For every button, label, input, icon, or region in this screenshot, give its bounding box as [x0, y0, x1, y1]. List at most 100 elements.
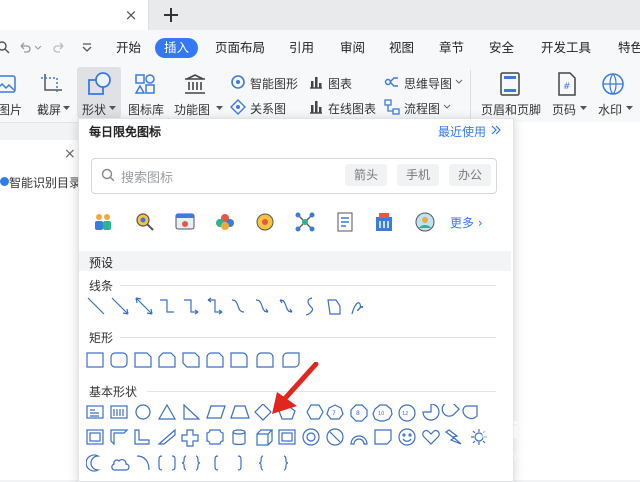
menu-insert[interactable]: 插入 — [155, 38, 199, 58]
free-icon-search-gear[interactable] — [134, 211, 156, 233]
screenshot-icon[interactable] — [40, 73, 64, 95]
picture-label[interactable]: 图片 — [0, 101, 22, 118]
curved-double-arrow-shape — [279, 299, 293, 313]
search-icon[interactable] — [0, 40, 10, 54]
free-icon-people[interactable] — [92, 211, 114, 233]
smiley-face-shape — [398, 428, 416, 446]
search-chip-phone[interactable]: 手机 — [397, 164, 440, 186]
menu-developer[interactable]: 开发工具 — [541, 38, 591, 58]
menu-features[interactable]: 特色 — [618, 38, 640, 58]
chevron-down-icon[interactable] — [443, 104, 451, 110]
decagon-shape: 10 — [372, 404, 393, 422]
icon-library-label[interactable]: 图标库 — [128, 101, 164, 118]
relation-label[interactable]: 关系图 — [250, 100, 286, 117]
menu-references[interactable]: 引用 — [289, 38, 314, 58]
free-icon-flower[interactable] — [214, 211, 236, 233]
chevron-down-icon[interactable] — [626, 106, 633, 111]
free-icon-building[interactable] — [373, 211, 395, 233]
function-chart-label[interactable]: 功能图 — [174, 101, 210, 118]
online-chart-icon[interactable] — [308, 99, 324, 115]
menu-security[interactable]: 安全 — [489, 38, 514, 58]
plus-icon[interactable] — [161, 5, 181, 25]
menu-chapter[interactable]: 章节 — [439, 38, 464, 58]
more-label[interactable]: 更多 — [450, 216, 474, 230]
shape-label[interactable]: 形状 — [82, 101, 106, 118]
svg-text:12: 12 — [402, 411, 408, 417]
header-footer-label[interactable]: 页眉和页脚 — [481, 101, 541, 118]
smart-toc-icon[interactable] — [0, 177, 9, 186]
flowchart-label[interactable]: 流程图 — [404, 100, 440, 117]
chevron-down-icon[interactable] — [216, 106, 223, 111]
page-number-label[interactable]: 页码 — [552, 101, 576, 118]
panel-close-icon[interactable]: × — [64, 146, 76, 162]
rectangle-shape — [86, 352, 104, 368]
picture-icon[interactable] — [0, 73, 16, 95]
function-chart-icon[interactable] — [183, 73, 207, 95]
chevron-down-icon[interactable] — [580, 106, 587, 111]
chevron-down-icon[interactable] — [63, 106, 70, 111]
mindmap-icon[interactable] — [384, 74, 400, 90]
smart-graphic-label[interactable]: 智能图形 — [250, 75, 298, 92]
parallelogram-shape — [206, 405, 226, 419]
search-chip-arrow[interactable]: 箭头 — [345, 164, 388, 186]
oval-shape — [135, 404, 151, 420]
double-chevron-right-icon[interactable] — [491, 125, 501, 135]
screenshot-label[interactable]: 截屏 — [37, 101, 61, 118]
watermark-brand: Baidu — [480, 419, 551, 444]
chevron-down-icon[interactable] — [109, 106, 116, 111]
tab-close-icon[interactable]: × — [123, 7, 139, 23]
section-rectangles-label: 矩形 — [89, 331, 114, 345]
flowchart-icon[interactable] — [384, 99, 400, 115]
mindmap-label[interactable]: 思维导图 — [404, 75, 452, 92]
customize-toolbar-icon[interactable] — [80, 40, 94, 54]
curved-connector-shape — [231, 299, 245, 313]
chevron-down-icon[interactable] — [455, 79, 463, 85]
frame-shape — [86, 429, 104, 445]
menu-page-layout[interactable]: 页面布局 — [215, 38, 265, 58]
svg-text:#: # — [563, 82, 571, 92]
watermark-label[interactable]: 水印 — [598, 101, 622, 118]
donut-shape — [302, 428, 320, 446]
relation-icon[interactable] — [230, 99, 246, 115]
undo-dropdown-icon[interactable] — [34, 40, 42, 54]
chart-icon[interactable] — [308, 74, 324, 90]
moon-shape — [86, 454, 99, 472]
search-chip-office[interactable]: 办公 — [449, 164, 492, 186]
search-placeholder: 搜索图标 — [121, 171, 174, 186]
lines-gallery — [87, 297, 364, 316]
trapezoid-shape — [230, 405, 250, 419]
left-bracket-shape — [214, 455, 219, 471]
icon-library-icon[interactable] — [134, 73, 156, 95]
no-symbol-shape — [326, 428, 344, 446]
menu-view[interactable]: 视图 — [389, 38, 414, 58]
heptagon-shape: 7 — [326, 404, 344, 420]
smart-graphic-icon[interactable] — [230, 74, 246, 90]
menu-home[interactable]: 开始 — [116, 38, 141, 58]
free-icon-browser[interactable] — [174, 211, 196, 233]
free-icon-gear[interactable] — [254, 211, 276, 233]
freeform-shape — [327, 299, 341, 315]
half-frame-shape — [110, 429, 129, 446]
text-box-shape — [86, 405, 104, 419]
header-footer-icon[interactable] — [499, 72, 521, 96]
chart-label[interactable]: 图表 — [328, 75, 352, 92]
chord-shape — [462, 405, 478, 420]
menu-review[interactable]: 审阅 — [340, 38, 365, 58]
shape-icon[interactable] — [87, 71, 113, 97]
ribbon-separator — [470, 70, 471, 118]
section-divider — [147, 391, 496, 392]
free-icon-network[interactable] — [294, 211, 316, 233]
page-number-icon[interactable]: # — [556, 72, 578, 96]
elbow-double-arrow-shape — [207, 297, 223, 315]
online-chart-label[interactable]: 在线图表 — [328, 100, 376, 117]
undo-icon[interactable] — [18, 40, 32, 54]
bevel-shape — [278, 429, 296, 445]
more-icons-link[interactable]: 更多 › — [450, 214, 483, 231]
snip-diagonal-rectangle-shape — [182, 352, 200, 368]
watermark-icon[interactable] — [601, 72, 625, 96]
free-icon-avatar[interactable] — [414, 211, 436, 233]
smart-toc-button[interactable]: 智能识别目录 — [9, 174, 78, 191]
recently-used-link[interactable]: 最近使用 — [438, 123, 486, 140]
free-icon-document[interactable] — [334, 211, 356, 233]
redo-icon[interactable] — [52, 40, 66, 54]
